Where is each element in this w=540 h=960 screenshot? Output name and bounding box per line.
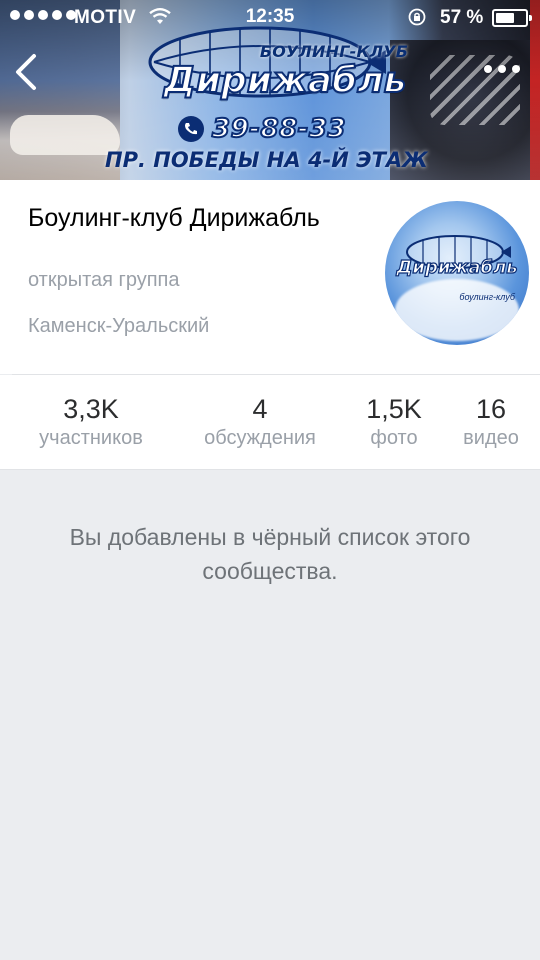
counter-value: 3,3K [63, 394, 119, 424]
phone-icon [178, 116, 204, 142]
cover-phone-number: 39-88-33 [211, 113, 347, 145]
cover-brand-main: Дирижабль [163, 59, 408, 102]
counter-label: фото [370, 427, 418, 449]
counter-members[interactable]: 3,3K участников [20, 393, 162, 450]
counter-value: 4 [252, 394, 268, 424]
group-info: Боулинг-клуб Дирижабль открытая группа К… [0, 180, 540, 374]
back-button[interactable] [10, 50, 44, 94]
avatar-cloud [395, 279, 519, 341]
status-bar: MOTIV 12:35 57 % [0, 0, 540, 36]
chevron-left-icon [16, 54, 36, 90]
more-options-button[interactable] [480, 62, 520, 76]
battery-icon [492, 9, 532, 27]
counter-label: видео [463, 427, 519, 449]
counter-value: 16 [475, 394, 507, 424]
battery-percent: 57 % [440, 7, 484, 28]
counter-photos[interactable]: 1,5K фото [354, 393, 434, 450]
counter-discussions[interactable]: 4 обсуждения [186, 393, 334, 450]
counter-value: 1,5K [366, 394, 422, 424]
cover-brand-top: БОУЛИНГ-КЛУБ [259, 42, 409, 61]
group-counters: 3,3K участников 4 обсуждения 1,5K фото 1… [0, 375, 540, 470]
cover-phone: 39-88-33 [178, 112, 348, 146]
counter-label: обсуждения [204, 427, 316, 449]
avatar-title: Дирижабль [396, 256, 519, 278]
group-type: открытая группа [28, 269, 180, 291]
counter-videos[interactable]: 16 видео [452, 393, 530, 450]
group-avatar[interactable]: Дирижабль боулинг-клуб [385, 201, 529, 345]
cover-address: ПР. ПОБЕДЫ НА 4-Й ЭТАЖ [105, 148, 428, 172]
blacklist-message: Вы добавлены в чёрный список этого сообщ… [69, 524, 471, 584]
group-name: Боулинг-клуб Дирижабль [28, 204, 320, 232]
avatar-subtitle: боулинг-клуб [459, 292, 515, 302]
rotation-lock-icon [408, 8, 426, 26]
group-city: Каменск-Уральский [28, 315, 210, 337]
more-dots-icon [484, 65, 492, 73]
counter-label: участников [39, 427, 143, 449]
